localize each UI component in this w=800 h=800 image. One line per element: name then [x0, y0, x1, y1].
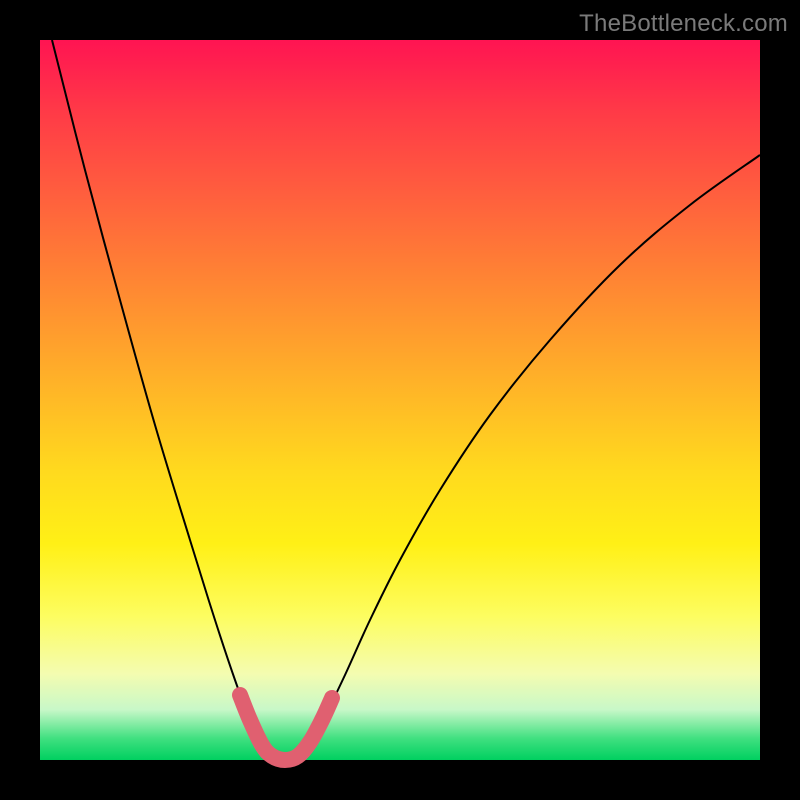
series-highlight-trough	[240, 695, 332, 760]
series-bottleneck-curve	[52, 40, 760, 760]
chart-svg	[40, 40, 760, 760]
watermark-text: TheBottleneck.com	[579, 10, 788, 38]
chart-plot-area	[40, 40, 760, 760]
